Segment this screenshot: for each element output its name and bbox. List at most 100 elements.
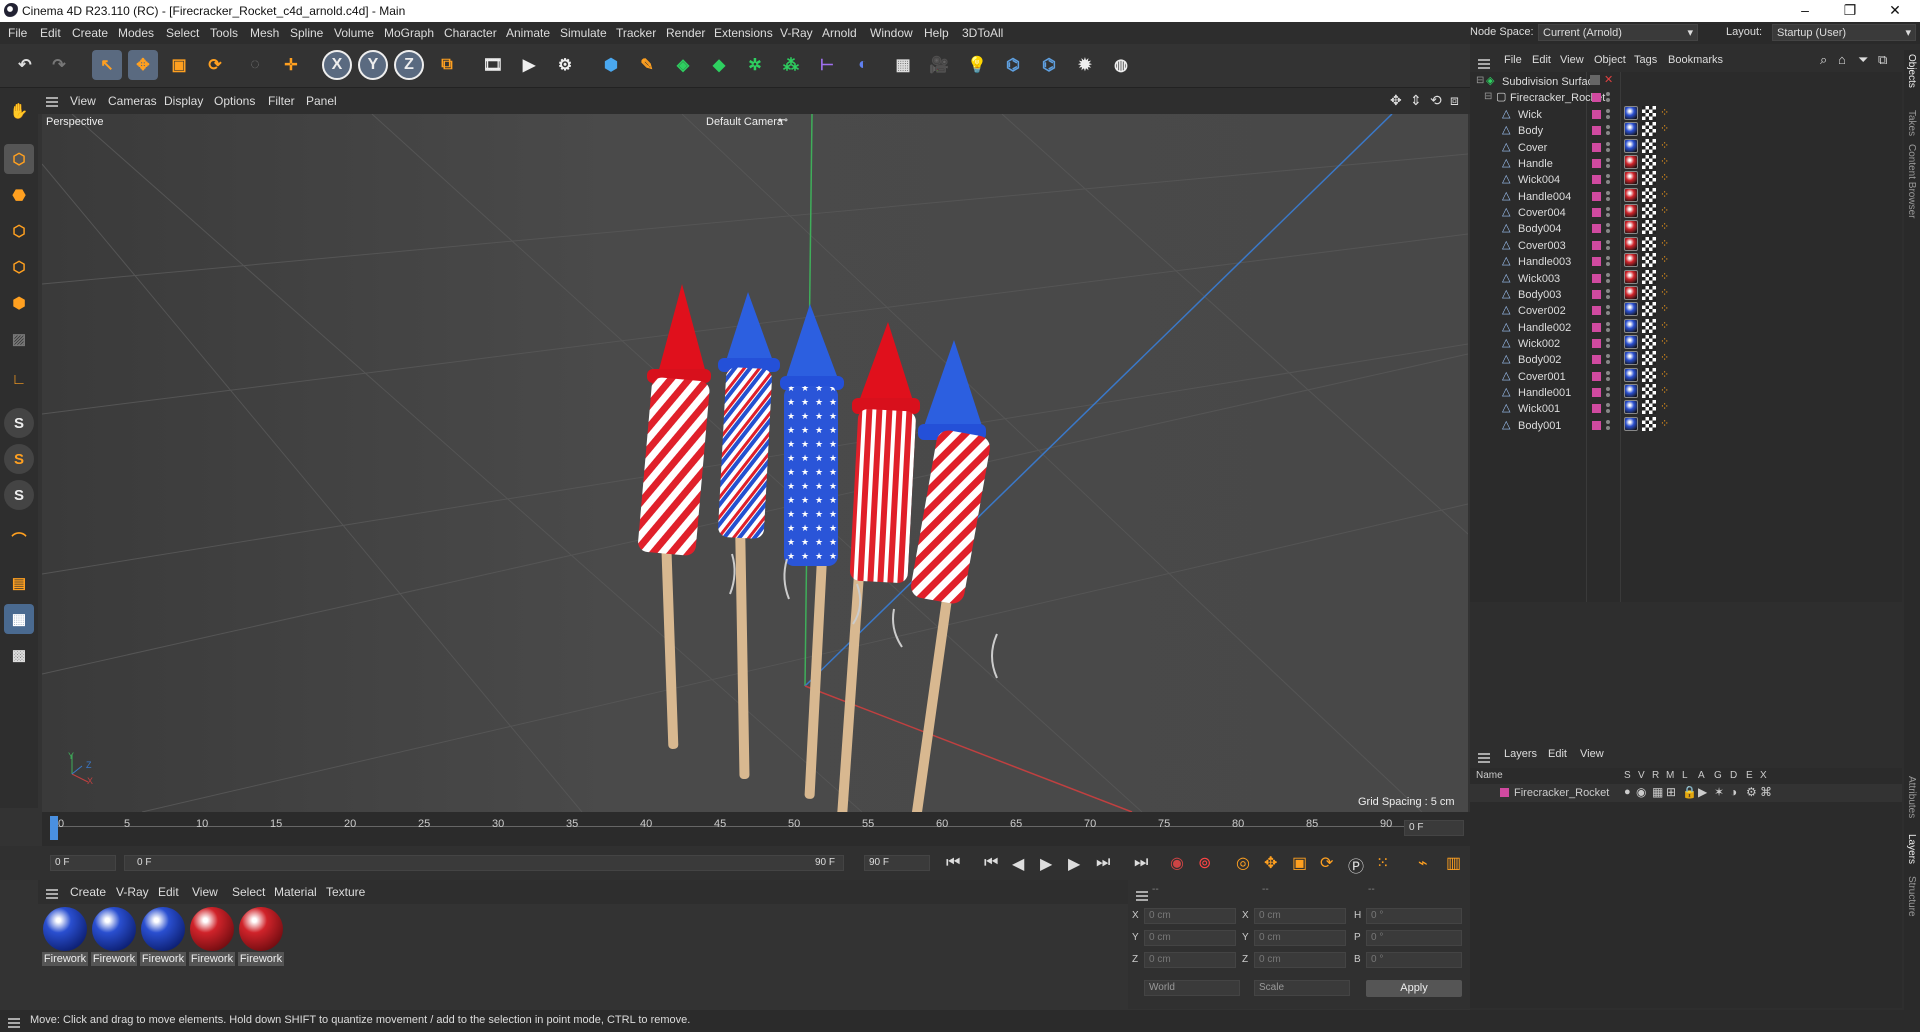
generators-icon[interactable]: ✶ xyxy=(1714,785,1724,799)
visibility-dot-icon[interactable] xyxy=(1606,92,1610,96)
uvw-tag-icon[interactable] xyxy=(1642,253,1656,268)
render-dot-icon[interactable] xyxy=(1606,164,1610,169)
layer-color-icon[interactable] xyxy=(1592,93,1601,102)
menu-simulate[interactable]: Simulate xyxy=(560,26,607,40)
phong-tag-icon[interactable]: ⁘ xyxy=(1660,351,1669,364)
coord-mode-select[interactable]: World xyxy=(1144,980,1240,996)
material-tag-icon[interactable] xyxy=(1624,204,1638,219)
snap-settings-icon[interactable]: S xyxy=(4,444,34,474)
layer-color-icon[interactable] xyxy=(1592,306,1601,316)
preview-range-slider[interactable]: 0 F 90 F xyxy=(124,855,844,871)
previous-key-icon[interactable]: ⏮ xyxy=(984,854,998,872)
end-frame-field[interactable]: 90 F xyxy=(864,855,930,871)
layer-color-icon[interactable] xyxy=(1592,257,1601,267)
layer-color-icon[interactable] xyxy=(1592,126,1601,136)
visibility-dot-icon[interactable] xyxy=(1606,403,1610,408)
menu-render[interactable]: Render xyxy=(666,26,705,40)
collapse-icon[interactable]: ⊟ xyxy=(1476,75,1484,86)
uvw-tag-icon[interactable] xyxy=(1642,187,1656,202)
light-icon[interactable]: 💡 xyxy=(962,50,992,80)
tab-layers[interactable]: Layers xyxy=(1906,834,1917,864)
coordinate-system-icon[interactable]: ⧉ xyxy=(432,50,462,80)
tab-objects[interactable]: Objects xyxy=(1906,54,1917,88)
viewport-maximize-icon[interactable]: ⧈ xyxy=(1450,92,1459,109)
subdivision-surface-icon[interactable]: ◈ xyxy=(668,50,698,80)
material-tag-icon[interactable] xyxy=(1624,351,1638,366)
obj-menu-bookmarks[interactable]: Bookmarks xyxy=(1668,54,1723,66)
xref-icon[interactable]: ⌘ xyxy=(1760,785,1772,799)
timeline-icon[interactable]: ⌁ xyxy=(1418,853,1428,873)
apply-button[interactable]: Apply xyxy=(1366,980,1462,997)
phong-tag-icon[interactable]: ⁘ xyxy=(1660,220,1669,233)
coord-size-mode-select[interactable]: Scale xyxy=(1254,980,1350,996)
pen-spline-icon[interactable]: ✎ xyxy=(632,50,662,80)
tab-attributes[interactable]: Attributes xyxy=(1906,776,1917,818)
mat-menu-vray[interactable]: V-Ray xyxy=(116,885,149,899)
material-tag-icon[interactable] xyxy=(1624,171,1638,186)
layer-color-icon[interactable] xyxy=(1592,338,1601,348)
key-selection-icon[interactable]: ◎ xyxy=(1236,853,1250,873)
material-hamburger-icon[interactable] xyxy=(46,884,58,898)
menu-animate[interactable]: Animate xyxy=(506,26,550,40)
visibility-dot-icon[interactable] xyxy=(1606,272,1610,277)
extrude-icon[interactable]: ◆ xyxy=(704,50,734,80)
uvw-tag-icon[interactable] xyxy=(1642,334,1656,349)
go-to-end-icon[interactable]: ⏭ xyxy=(1134,854,1148,872)
animation-play-icon[interactable]: ▶ xyxy=(1698,785,1707,799)
visibility-dot-icon[interactable] xyxy=(1606,288,1610,293)
menu-modes[interactable]: Modes xyxy=(118,26,154,40)
layer-color-icon[interactable] xyxy=(1592,420,1601,430)
object-row[interactable]: △ Body001 ⁘ xyxy=(1470,416,1900,436)
z-axis-lock[interactable]: Z xyxy=(394,50,424,80)
arnold-settings-icon[interactable]: ✹ xyxy=(1070,50,1100,80)
material-tag-icon[interactable] xyxy=(1624,334,1638,349)
menu-window[interactable]: Window xyxy=(870,26,913,40)
obj-menu-edit[interactable]: Edit xyxy=(1532,54,1551,66)
layer-color-icon[interactable] xyxy=(1592,175,1601,185)
phong-tag-icon[interactable]: ⁘ xyxy=(1660,302,1669,315)
uvw-tag-icon[interactable] xyxy=(1642,220,1656,235)
auto-key-icon[interactable]: ⊚ xyxy=(1198,853,1211,873)
go-to-start-icon[interactable]: ⏮ xyxy=(946,854,960,872)
globe-icon[interactable]: ◍ xyxy=(1106,50,1136,80)
manager-icon[interactable]: ⊞ xyxy=(1666,785,1676,799)
material-tag-icon[interactable] xyxy=(1624,269,1638,284)
menu-vray[interactable]: V-Ray xyxy=(780,26,813,40)
menu-file[interactable]: File xyxy=(8,26,27,40)
render-dot-icon[interactable] xyxy=(1606,278,1610,283)
viewport-move-icon[interactable]: ✥ xyxy=(1390,92,1402,109)
phong-tag-icon[interactable]: ⁘ xyxy=(1660,400,1669,413)
uvw-tag-icon[interactable] xyxy=(1642,155,1656,170)
uvw-tag-icon[interactable] xyxy=(1642,106,1656,120)
render-dot-icon[interactable] xyxy=(1606,392,1610,397)
deformer-icon[interactable]: ⊢ xyxy=(812,50,842,80)
coords-hamburger-icon[interactable] xyxy=(1136,886,1148,900)
minimize-button[interactable]: – xyxy=(1785,2,1825,18)
magnet-icon[interactable]: ⌒ xyxy=(4,524,34,554)
layer-color-icon[interactable] xyxy=(1592,387,1601,397)
visibility-dot-icon[interactable] xyxy=(1606,305,1610,310)
y-axis-lock[interactable]: Y xyxy=(358,50,388,80)
render-dot-icon[interactable] xyxy=(1606,294,1610,299)
previous-frame-icon[interactable]: ◀ xyxy=(1012,854,1024,874)
points-mode-icon[interactable]: ⬡ xyxy=(4,216,34,246)
visibility-dot-icon[interactable] xyxy=(1606,109,1610,113)
layer-color-icon[interactable] xyxy=(1592,240,1601,250)
render-picture-viewer-icon[interactable]: ▶ xyxy=(514,50,544,80)
deformers-icon[interactable]: ◑ xyxy=(1730,785,1737,799)
key-rotation-icon[interactable]: ⟳ xyxy=(1320,853,1333,873)
render-dot-icon[interactable] xyxy=(1606,131,1610,136)
record-keys-icon[interactable]: ◉ xyxy=(1170,853,1184,873)
coord-pos-y-field[interactable]: 0 cm xyxy=(1144,930,1236,946)
obj-menu-object[interactable]: Object xyxy=(1594,54,1626,66)
key-parameter-icon[interactable]: Ⓟ xyxy=(1348,853,1364,877)
undo-icon[interactable]: ↶ xyxy=(10,50,40,80)
coord-size-z-field[interactable]: 0 cm xyxy=(1254,952,1346,968)
material-tag-icon[interactable] xyxy=(1624,383,1638,398)
visibility-dot-icon[interactable] xyxy=(1606,207,1610,212)
visibility-dot-icon[interactable] xyxy=(1606,125,1610,130)
texture-mode-icon[interactable]: ⬣ xyxy=(4,180,34,210)
menu-tools[interactable]: Tools xyxy=(210,26,238,40)
layer-color-icon[interactable] xyxy=(1592,191,1601,201)
viewport-zoom-icon[interactable]: ⇕ xyxy=(1410,92,1422,109)
